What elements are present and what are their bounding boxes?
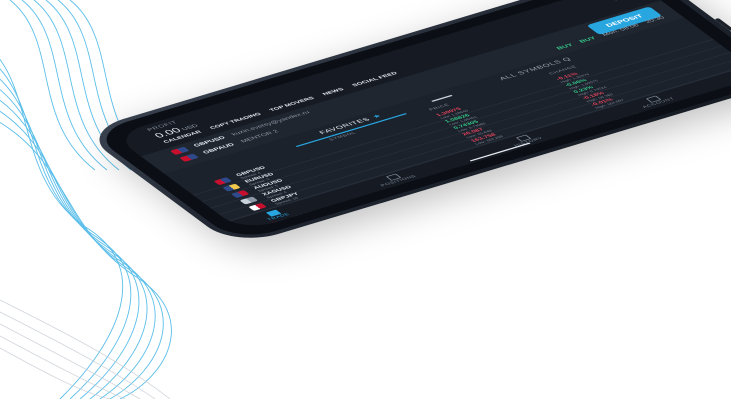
- app-screen: PROFIT 0.00USD CALENDAR COPY TRADING TOP…: [112, 0, 731, 232]
- star-icon: ★: [370, 112, 384, 120]
- phone-bezel: PROFIT 0.00USD CALENDAR COPY TRADING TOP…: [89, 0, 731, 243]
- gb-flag-icon: [179, 153, 199, 162]
- gb-flag-icon: [170, 146, 190, 155]
- phone-mockup: PROFIT 0.00USD CALENDAR COPY TRADING TOP…: [0, 0, 731, 399]
- phone-body: PROFIT 0.00USD CALENDAR COPY TRADING TOP…: [80, 0, 731, 247]
- menu-icon[interactable]: [609, 0, 631, 1]
